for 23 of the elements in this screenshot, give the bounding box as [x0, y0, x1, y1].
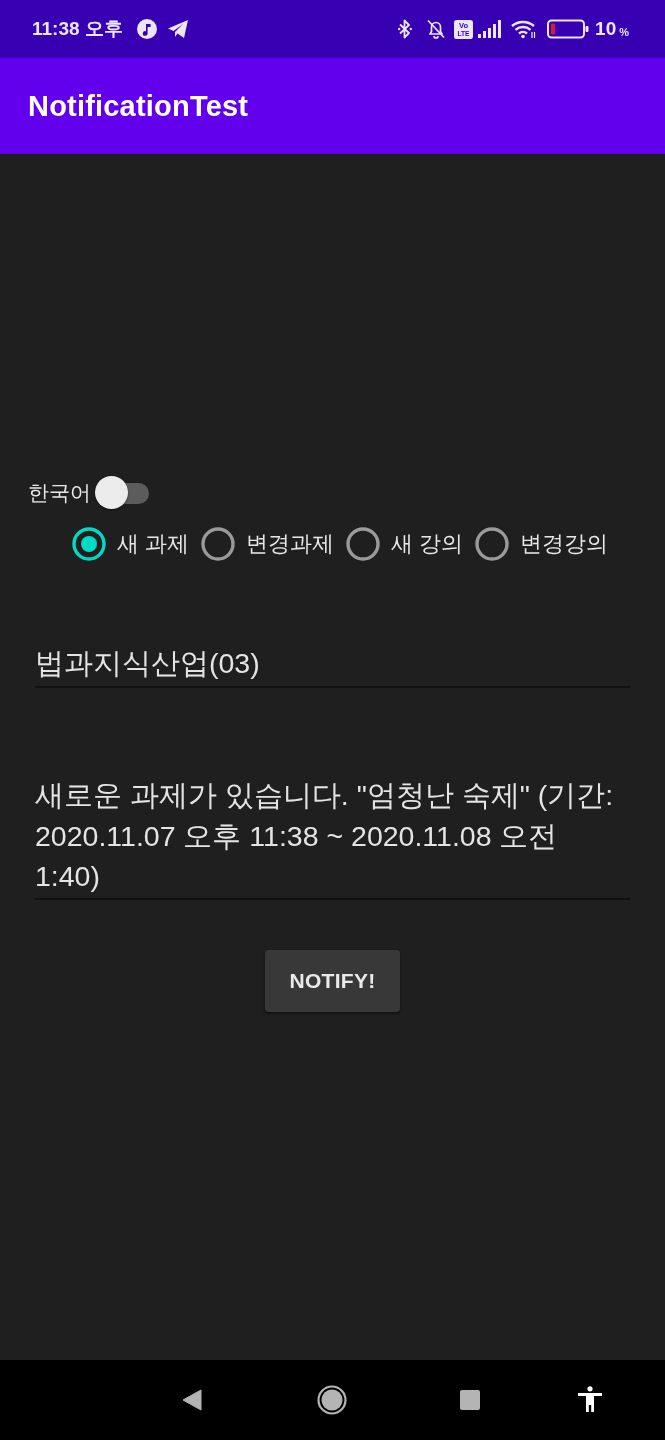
radio-option[interactable]: 변경과제 [201, 527, 335, 561]
course-input-field[interactable]: 법과지식산업(03) [35, 645, 630, 688]
music-note-icon [136, 19, 157, 39]
language-switch[interactable] [95, 476, 149, 510]
switch-label: 한국어 [28, 480, 91, 506]
bluetooth-icon [398, 19, 413, 39]
bell-off-icon [426, 19, 447, 39]
radio-option[interactable]: 새 강의 [346, 527, 464, 561]
paper-plane-icon [167, 20, 188, 38]
battery-icon [547, 19, 590, 39]
wifi-icon [511, 19, 538, 39]
notify-button[interactable]: NOTIFY! [265, 949, 400, 1012]
back-icon[interactable] [182, 1389, 202, 1411]
accessibility-icon[interactable] [578, 1386, 602, 1412]
app-title: NotificationTest [28, 89, 249, 123]
percent-sign: % [619, 25, 629, 38]
message-input-field[interactable]: 새로운 과제가 있습니다. "엄청난 숙제" (기간: 2020.11.07 오후 11:38 ~ 2020.11.08 오전 1:40) [35, 775, 630, 900]
signal-icon [478, 20, 503, 38]
radio-option[interactable]: 새 과제 [72, 527, 190, 561]
radio-option[interactable]: 변경강의 [475, 527, 609, 561]
battery-percent: 10 [595, 18, 617, 40]
status-time: 11:38 오후 [32, 17, 123, 41]
home-icon[interactable] [317, 1385, 347, 1415]
